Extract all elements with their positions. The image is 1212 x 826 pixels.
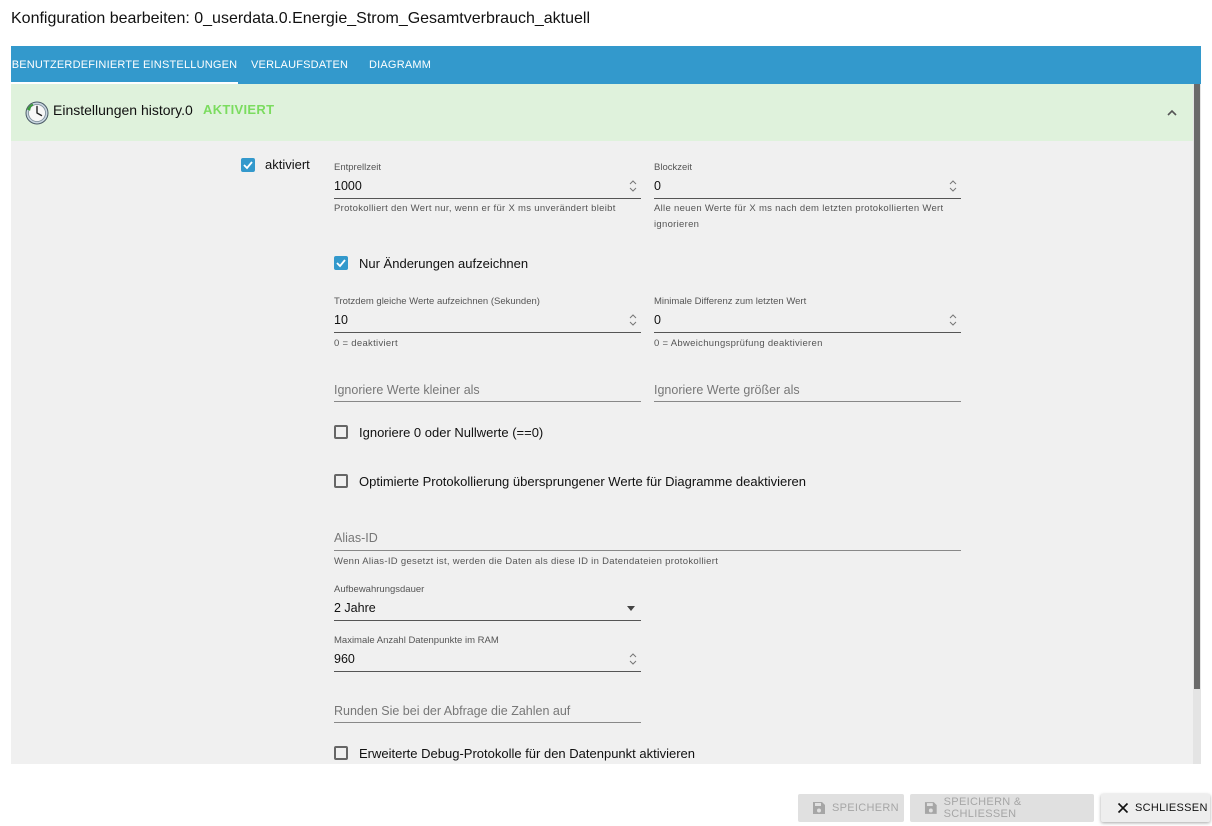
ignore-below-input[interactable]: Ignoriere Werte kleiner als [334, 383, 480, 397]
max-points-underline [334, 671, 641, 672]
debounce-helper: Protokolliert den Wert nur, wenn er für … [334, 203, 616, 214]
blocktime-input[interactable]: 0 [654, 179, 661, 193]
blocktime-label: Blockzeit [654, 162, 693, 173]
debounce-spinner[interactable] [628, 179, 638, 193]
min-diff-input[interactable]: 0 [654, 313, 661, 327]
blocktime-spinner[interactable] [948, 179, 958, 193]
same-values-spinner[interactable] [628, 313, 638, 327]
panel-title: Einstellungen history.0 [53, 102, 193, 118]
disable-skipped-checkbox[interactable] [334, 474, 348, 488]
close-button-label: SCHLIESSEN [1135, 802, 1208, 814]
min-diff-spinner[interactable] [948, 313, 958, 327]
alias-underline [334, 550, 961, 551]
status-badge: AKTIVIERT [203, 102, 275, 117]
retention-select[interactable]: 2 Jahre [334, 601, 376, 615]
max-points-input[interactable]: 960 [334, 652, 355, 666]
retention-underline [334, 620, 641, 621]
round-input[interactable]: Runden Sie bei der Abfrage die Zahlen au… [334, 704, 570, 718]
chevron-up-icon[interactable] [1163, 104, 1181, 122]
round-underline [334, 722, 641, 723]
same-values-input[interactable]: 10 [334, 313, 348, 327]
settings-panel: Einstellungen history.0 AKTIVIERT aktivi… [11, 84, 1201, 764]
ignore-zero-checkbox[interactable] [334, 425, 348, 439]
min-diff-label: Minimale Differenz zum letzten Wert [654, 296, 807, 307]
scrollbar-thumb[interactable] [1194, 84, 1200, 689]
enabled-label: aktiviert [265, 157, 310, 172]
dialog-title: Konfiguration bearbeiten: 0_userdata.0.E… [11, 10, 591, 27]
debounce-label: Entprellzeit [334, 162, 381, 173]
retention-dropdown-arrow[interactable] [627, 606, 635, 611]
debug-checkbox[interactable] [334, 746, 348, 760]
ignore-above-underline [654, 401, 961, 402]
retention-label: Aufbewahrungsdauer [334, 584, 425, 595]
same-values-underline [334, 332, 641, 333]
save-close-button[interactable]: SPEICHERN & SCHLIESSEN [910, 794, 1094, 822]
ignore-below-underline [334, 401, 641, 402]
close-button[interactable]: SCHLIESSEN [1101, 794, 1210, 822]
min-diff-helper: 0 = Abweichungsprüfung deaktivieren [654, 338, 823, 349]
changes-only-label: Nur Änderungen aufzeichnen [359, 256, 529, 271]
close-icon [1117, 802, 1129, 814]
save-button[interactable]: SPEICHERN [798, 794, 904, 822]
ignore-zero-label: Ignoriere 0 oder Nullwerte (==0) [359, 425, 544, 440]
alias-helper: Wenn Alias-ID gesetzt ist, werden die Da… [334, 556, 719, 567]
debug-label: Erweiterte Debug-Protokolle für den Date… [359, 746, 696, 761]
debounce-input[interactable]: 1000 [334, 179, 362, 193]
floppy-disk-icon [813, 802, 825, 814]
max-points-spinner[interactable] [628, 652, 638, 666]
disable-skipped-label: Optimierte Protokollierung übersprungene… [359, 474, 807, 489]
same-values-helper: 0 = deaktiviert [334, 338, 398, 349]
panel-header[interactable]: Einstellungen history.0 AKTIVIERT [11, 84, 1193, 141]
tab-chart[interactable]: DIAGRAMM [369, 46, 431, 84]
save-button-label: SPEICHERN [832, 802, 899, 814]
save-close-button-label: SPEICHERN & SCHLIESSEN [943, 796, 1022, 820]
tab-history-data[interactable]: VERLAUFSDATEN [251, 46, 348, 84]
history-clock-icon [25, 101, 49, 125]
blocktime-helper: Alle neuen Werte für X ms nach dem letzt… [654, 203, 944, 230]
changes-only-checkbox[interactable] [334, 256, 348, 270]
max-points-label: Maximale Anzahl Datenpunkte im RAM [334, 635, 499, 646]
floppy-disk-icon [924, 802, 937, 814]
tab-bar: BENUTZERDEFINIERTE EINSTELLUNGEN VERLAUF… [11, 46, 1201, 84]
blocktime-underline [654, 198, 961, 199]
tab-custom-settings[interactable]: BENUTZERDEFINIERTE EINSTELLUNGEN [11, 46, 238, 84]
enabled-checkbox[interactable] [241, 158, 255, 172]
ignore-above-input[interactable]: Ignoriere Werte größer als [654, 383, 800, 397]
same-values-label: Trotzdem gleiche Werte aufzeichnen (Seku… [334, 296, 540, 307]
min-diff-underline [654, 332, 961, 333]
alias-input[interactable]: Alias-ID [334, 531, 378, 545]
debounce-underline [334, 198, 641, 199]
